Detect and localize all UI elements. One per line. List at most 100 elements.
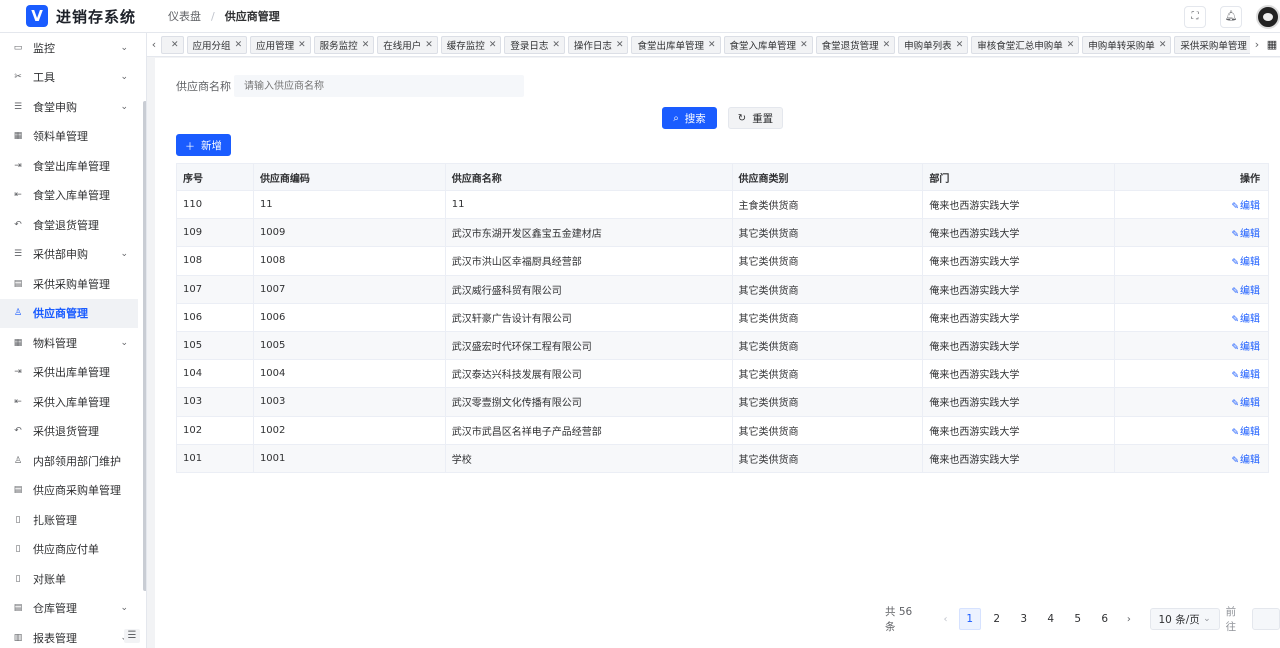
tab[interactable]: 审核食堂汇总申购单 ✕	[971, 35, 1080, 54]
tab[interactable]: 食堂入库单管理 ✕	[723, 35, 813, 54]
edit-link[interactable]: ✎编辑	[1231, 310, 1260, 325]
close-icon[interactable]: ✕	[171, 40, 179, 50]
close-icon[interactable]: ✕	[362, 40, 370, 50]
sidebar-item[interactable]: ↶ 食堂退货管理	[0, 210, 138, 240]
sidebar-item[interactable]: ⇥ 食堂出库单管理	[0, 151, 138, 181]
import-icon: ⇤	[14, 190, 22, 201]
page-number[interactable]: 4	[1040, 608, 1062, 630]
sidebar-item[interactable]: ♙ 内部领用部门维护	[0, 446, 138, 476]
tab[interactable]: 登录日志 ✕	[504, 35, 565, 54]
table-cell: 俺来也西游实践大学	[923, 388, 1116, 417]
goto-page-input[interactable]	[1252, 608, 1280, 630]
prev-page-icon[interactable]: ‹	[935, 614, 956, 625]
close-icon[interactable]: ✕	[956, 40, 964, 50]
refresh-icon: ↻	[737, 112, 747, 124]
tab[interactable]: 在线用户 ✕	[377, 35, 438, 54]
page-number[interactable]: 3	[1013, 608, 1035, 630]
collapse-sidebar-icon[interactable]: ☰	[124, 629, 140, 643]
add-button[interactable]: ＋新增	[176, 134, 231, 156]
sidebar-item[interactable]: ▥报表管理⌄	[0, 623, 138, 648]
sidebar-item-label: 内部领用部门维护	[33, 454, 121, 468]
tabs-scroll-left-icon[interactable]: ‹	[147, 38, 161, 51]
next-page-icon[interactable]: ›	[1118, 614, 1139, 625]
fullscreen-icon[interactable]: ⛶	[1184, 5, 1206, 28]
tab[interactable]: ✕	[161, 35, 184, 54]
edit-link[interactable]: ✎编辑	[1231, 197, 1260, 212]
tab[interactable]: 申购单转采购单 ✕	[1082, 35, 1172, 54]
edit-link[interactable]: ✎编辑	[1231, 451, 1260, 466]
edit-link[interactable]: ✎编辑	[1231, 225, 1260, 240]
sidebar-item[interactable]: ☰ 食堂申购 ⌄	[0, 92, 138, 122]
bell-icon[interactable]: 🔔︎	[1220, 5, 1242, 28]
sidebar-item[interactable]: ▦ 物料管理 ⌄	[0, 328, 138, 358]
sidebar-item[interactable]: ♙ 供应商管理	[0, 298, 138, 328]
close-icon[interactable]: ✕	[800, 40, 808, 50]
sidebar-item[interactable]: ▯ 扎账管理	[0, 505, 138, 535]
table-cell-actions: ✎编辑	[1115, 416, 1270, 445]
report-icon: ▥	[13, 632, 23, 643]
sidebar-item[interactable]: ▤ 供应商采购单管理	[0, 476, 138, 506]
close-icon[interactable]: ✕	[489, 40, 497, 50]
tab[interactable]: 服务监控 ✕	[313, 35, 375, 54]
sidebar-item[interactable]: ▦ 领料单管理	[0, 122, 138, 152]
close-icon[interactable]: ✕	[235, 40, 243, 50]
tab[interactable]: 申购单列表 ✕	[898, 35, 969, 54]
column-header: 供应商类别	[732, 164, 924, 191]
table-cell: 1007	[253, 275, 446, 304]
sidebar-item[interactable]: ☰ 采供部申购 ⌄	[0, 240, 138, 270]
page-number[interactable]: 2	[986, 608, 1008, 630]
avatar[interactable]	[1256, 4, 1280, 29]
sidebar-item[interactable]: ▤ 采供采购单管理	[0, 269, 138, 299]
tab-label: 食堂入库单管理	[729, 40, 797, 52]
supplier-name-input[interactable]	[234, 75, 524, 97]
reset-button[interactable]: ↻ 重置	[728, 107, 783, 129]
tab[interactable]: 应用分组 ✕	[186, 35, 248, 54]
sidebar-item[interactable]: ▯ 供应商应付单	[0, 535, 138, 565]
sidebar-item[interactable]: ⇥ 采供出库单管理	[0, 358, 138, 388]
edit-link[interactable]: ✎编辑	[1231, 366, 1260, 381]
edit-link[interactable]: ✎编辑	[1231, 282, 1260, 297]
tabs-scroll-right-icon[interactable]: ›	[1250, 38, 1264, 51]
page-number[interactable]: 5	[1067, 608, 1089, 630]
sidebar-item[interactable]: ↶ 采供退货管理	[0, 417, 138, 447]
page-size-select[interactable]: 10 条/页 ⌄	[1149, 608, 1220, 630]
table-cell: 学校	[445, 444, 733, 473]
breadcrumb-separator: /	[211, 9, 215, 23]
tab[interactable]: 应用管理 ✕	[250, 35, 311, 54]
table-cell: 俺来也西游实践大学	[923, 444, 1116, 473]
sidebar-item[interactable]: ▭ 监控 ⌄	[0, 33, 138, 63]
close-icon[interactable]: ✕	[298, 40, 306, 50]
tab[interactable]: 缓存监控 ✕	[440, 35, 502, 54]
close-icon[interactable]: ✕	[425, 40, 433, 50]
tabs-menu-icon[interactable]: ▦	[1264, 38, 1280, 51]
table-cell: 俺来也西游实践大学	[923, 416, 1116, 445]
close-icon[interactable]: ✕	[1067, 40, 1075, 50]
sidebar-scrollbar[interactable]	[143, 101, 146, 591]
sidebar-item[interactable]: ▤ 仓库管理 ⌄	[0, 594, 138, 624]
tab[interactable]: 采供采购单管理✕	[1174, 35, 1250, 54]
close-icon[interactable]: ✕	[708, 40, 716, 50]
edit-link[interactable]: ✎编辑	[1231, 423, 1260, 438]
edit-link[interactable]: ✎编辑	[1231, 253, 1260, 268]
edit-link[interactable]: ✎编辑	[1231, 394, 1260, 409]
search-button[interactable]: ⌕ 搜索	[662, 107, 717, 129]
doc-icon: ▯	[15, 514, 21, 525]
breadcrumb-dashboard[interactable]: 仪表盘	[168, 8, 201, 24]
sidebar-item[interactable]: ⇤ 食堂入库单管理	[0, 181, 138, 211]
sidebar-item-label: 供应商管理	[33, 307, 88, 321]
sidebar-item[interactable]: ✂ 工具 ⌄	[0, 63, 138, 93]
sidebar-item[interactable]: ⇤ 采供入库单管理	[0, 387, 138, 417]
tab[interactable]: 食堂出库单管理 ✕	[631, 35, 721, 54]
close-icon[interactable]: ✕	[883, 40, 891, 50]
close-icon[interactable]: ✕	[552, 40, 560, 50]
table-cell: 1008	[253, 247, 446, 276]
tab[interactable]: 操作日志 ✕	[567, 35, 629, 54]
close-icon[interactable]: ✕	[1159, 40, 1167, 50]
close-icon[interactable]: ✕	[616, 40, 624, 50]
sidebar-item[interactable]: ▯ 对账单	[0, 564, 138, 594]
page-number[interactable]: 1	[958, 608, 981, 630]
tab[interactable]: 食堂退货管理 ✕	[815, 35, 896, 54]
page-number[interactable]: 6	[1094, 608, 1116, 630]
edit-icon: ✎	[1231, 427, 1240, 438]
edit-link[interactable]: ✎编辑	[1231, 338, 1260, 353]
